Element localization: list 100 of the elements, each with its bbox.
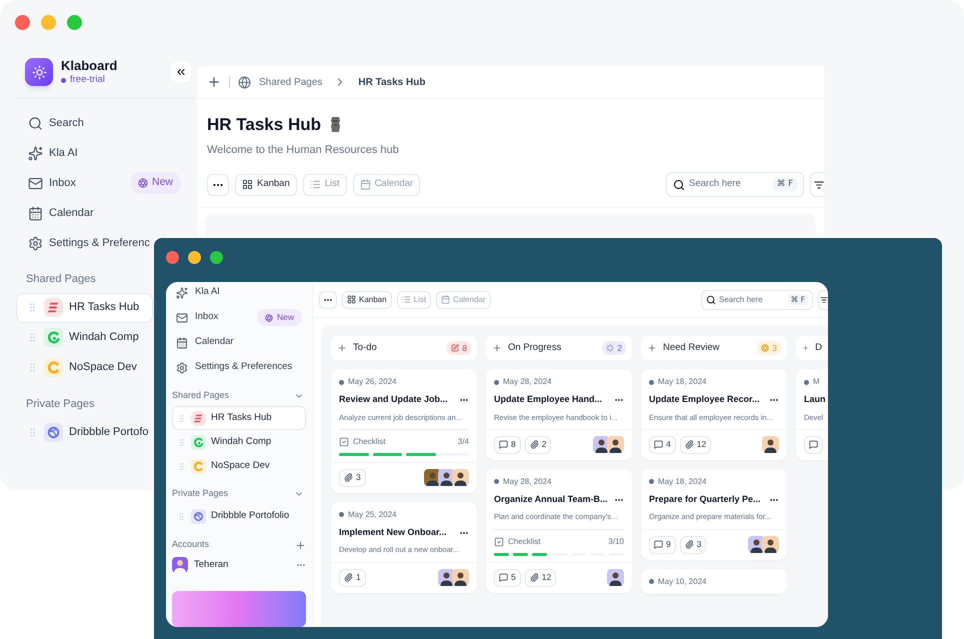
sidebar-nav-item[interactable]: Settings & Preferenc <box>16 228 153 258</box>
new-badge: New <box>256 309 302 326</box>
user-avatar <box>172 557 188 574</box>
task-title: Implement New Onboar... <box>339 526 447 539</box>
task-date: May 18, 2024 <box>658 376 706 388</box>
paperclip-icon <box>530 440 539 450</box>
search-input[interactable]: Search here <box>719 294 783 306</box>
sidebar-nav-item[interactable]: Calendar <box>16 198 153 228</box>
page-title: HR Tasks Hub <box>207 114 321 136</box>
sidebar-page-item[interactable]: NoSpace Dev <box>172 454 306 478</box>
task-title: Update Employee Hand... <box>494 393 602 406</box>
sidebar-nav-item[interactable]: Inbox New <box>16 168 195 198</box>
attachment-count: 12 <box>680 436 712 454</box>
drag-handle-icon[interactable] <box>177 414 186 422</box>
minimize-window-button[interactable] <box>188 251 201 264</box>
mail-icon <box>176 312 188 324</box>
paperclip-icon <box>344 573 353 582</box>
sidebar-page-item[interactable]: HR Tasks Hub <box>172 406 306 430</box>
maximize-window-button[interactable] <box>210 251 223 264</box>
sidebar-page-item[interactable]: Windah Comp <box>172 430 306 454</box>
sidebar-page-item[interactable]: HR Tasks Hub <box>16 292 153 323</box>
sidebar-nav-item[interactable]: Calendar <box>172 330 306 355</box>
statue-icon <box>329 116 342 134</box>
task-date: May 25, 2024 <box>348 508 396 521</box>
drag-handle-icon[interactable] <box>27 426 38 438</box>
add-icon[interactable] <box>295 540 306 551</box>
breadcrumb-link[interactable]: Shared Pages <box>259 74 322 90</box>
sidebar-nav-item[interactable]: Kla AI <box>16 138 153 168</box>
shortcut-hint: ⌘ F <box>772 178 797 191</box>
sidebar-page-item[interactable]: Dribbble Portofo <box>16 417 153 448</box>
add-icon[interactable] <box>647 343 657 353</box>
collapse-sidebar-button[interactable] <box>171 62 191 82</box>
count-badge: 2 <box>602 340 626 356</box>
calendar-icon <box>28 206 43 221</box>
drag-handle-icon[interactable] <box>27 332 38 344</box>
aperture-icon <box>761 344 770 352</box>
drag-handle-icon[interactable] <box>177 512 186 520</box>
search-icon <box>28 116 43 131</box>
sidebar-page-item[interactable]: Windah Comp <box>16 322 153 353</box>
comment-icon <box>499 573 508 582</box>
filter-button[interactable] <box>810 172 824 197</box>
sparkle-icon <box>176 286 188 298</box>
page-icon <box>191 458 206 474</box>
column-title: To-do <box>353 340 377 355</box>
column-title: D <box>815 340 822 355</box>
globe-icon <box>238 76 251 88</box>
drag-handle-icon[interactable] <box>27 302 38 314</box>
plan-label: free-trial <box>70 74 105 86</box>
grid-icon <box>242 179 253 190</box>
page-icon <box>44 328 63 348</box>
account-name: Teheran <box>194 558 228 572</box>
task-title: Laun <box>804 393 826 406</box>
sidebar-page-item[interactable]: NoSpace Dev <box>16 352 153 383</box>
paperclip-icon <box>344 473 353 482</box>
add-icon[interactable] <box>492 343 502 353</box>
checklist-count: 3/10 <box>608 536 624 548</box>
comment-icon <box>499 440 508 450</box>
paperclip-icon <box>684 540 694 549</box>
close-window-button[interactable] <box>15 15 30 30</box>
comment-icon <box>809 440 818 450</box>
add-icon[interactable] <box>337 343 347 353</box>
comment-icon <box>654 540 663 549</box>
checklist-label: Checklist <box>353 436 386 448</box>
more-button[interactable] <box>319 290 337 308</box>
attachment-count: 12 <box>524 568 556 586</box>
filter-icon <box>820 296 828 304</box>
filter-button[interactable] <box>818 290 828 310</box>
section-title: Accounts <box>172 538 210 552</box>
new-badge: New <box>130 172 181 194</box>
view-tab[interactable]: Kanban <box>342 290 392 308</box>
drag-handle-icon[interactable] <box>177 438 186 446</box>
page-icon <box>191 434 206 450</box>
section-title: Shared Pages <box>172 389 230 402</box>
view-tab[interactable]: Kanban <box>235 174 297 196</box>
breadcrumb-current: HR Tasks Hub <box>358 76 426 90</box>
sidebar-nav-item[interactable]: Search <box>16 108 153 138</box>
calendar-icon <box>176 336 188 348</box>
attachment-count: 3 <box>339 468 366 487</box>
more-button[interactable] <box>207 174 229 196</box>
task-card[interactable]: May 10, 2024 <box>641 568 787 594</box>
sidebar-nav-item[interactable]: Kla AI <box>172 282 306 305</box>
loader-icon <box>606 344 614 352</box>
task-title: Update Employee Recor... <box>649 393 760 406</box>
comment-count: 8 <box>494 436 521 454</box>
sidebar-page-item[interactable]: Dribbble Portofolio <box>172 504 306 528</box>
search-input[interactable]: Search here <box>689 177 759 192</box>
maximize-window-button[interactable] <box>67 15 82 30</box>
sidebar-nav-item[interactable]: Inbox New <box>172 305 306 330</box>
task-date: May 28, 2024 <box>503 376 552 388</box>
sidebar-nav-item[interactable]: Settings & Preferences <box>172 355 306 380</box>
add-icon[interactable] <box>207 75 221 89</box>
settings-icon <box>28 236 43 251</box>
close-window-button[interactable] <box>166 251 179 264</box>
sparkle-icon <box>28 146 43 161</box>
attachment-count: 3 <box>680 536 706 554</box>
drag-handle-icon[interactable] <box>27 362 38 374</box>
drag-handle-icon[interactable] <box>177 462 186 470</box>
count-badge: 8 <box>447 340 471 356</box>
search-field[interactable]: Search here ⌘ F <box>666 172 804 197</box>
section-title: Private Pages <box>172 487 228 500</box>
